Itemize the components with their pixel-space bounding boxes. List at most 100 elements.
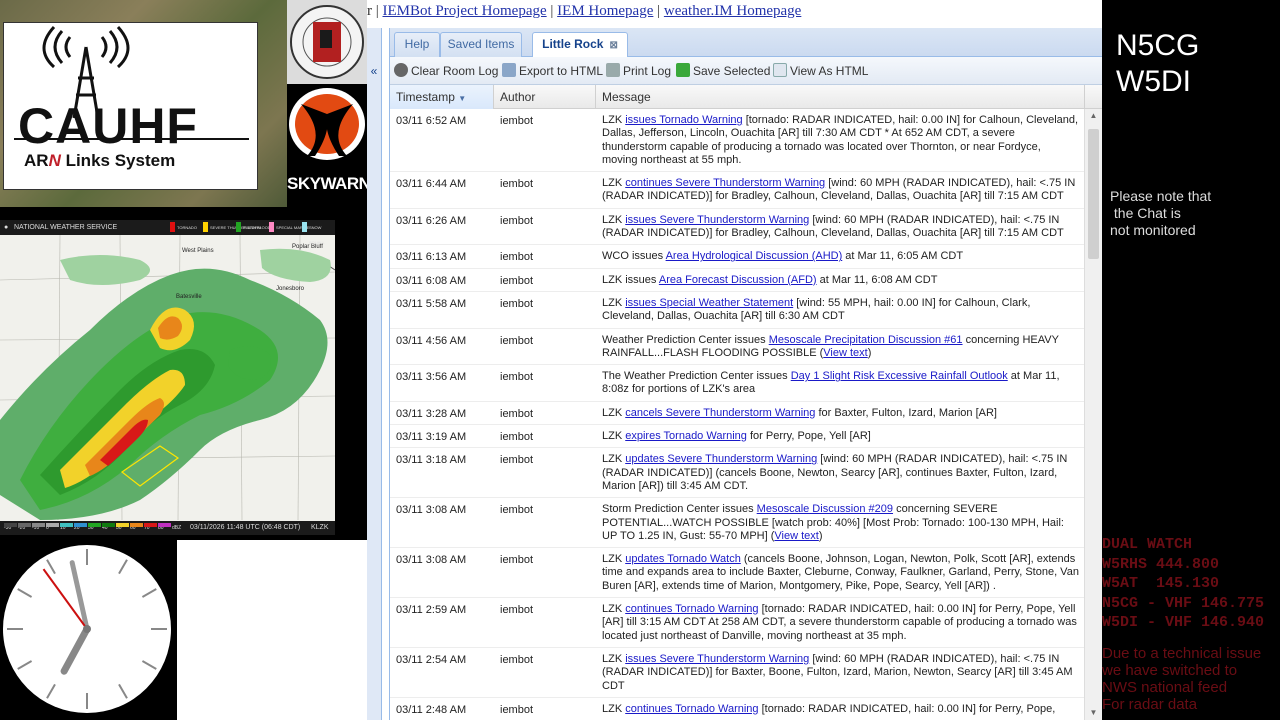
table-row[interactable]: 03/11 3:18 AM iembot LZK updates Severe Th…	[390, 448, 1085, 499]
legend-label: FLASH FLOOD	[243, 225, 271, 230]
row-author: iembot	[500, 653, 534, 666]
legend-swatch	[170, 222, 175, 232]
scale-color	[158, 523, 171, 527]
message-text: at Mar 11, 6:05 AM CDT	[842, 250, 964, 263]
blank-area	[177, 540, 382, 720]
iembot-homepage-link[interactable]: IEMBot Project Homepage	[383, 3, 547, 19]
iem-homepage-link[interactable]: IEM Homepage	[557, 3, 653, 19]
dual-watch-frequencies: DUAL WATCH W5RHS 444.800 W5AT 145.130 N5…	[1102, 536, 1265, 631]
print-log-button[interactable]: Print Log	[606, 62, 671, 80]
column-timestamp[interactable]: Timestamp ▼	[390, 85, 494, 109]
message-link[interactable]: issues Severe Thunderstorm Warning	[625, 214, 809, 226]
row-message: Storm Prediction Center issues Mesoscale…	[602, 498, 1085, 547]
row-timestamp: 03/11 3:56 AM	[396, 371, 467, 384]
document-icon	[773, 63, 787, 77]
message-prefix: LZK	[602, 430, 626, 443]
message-suffix: )	[867, 346, 872, 359]
table-row[interactable]: 03/11 3:08 AM iembot Storm Prediction Cent…	[390, 498, 1085, 549]
message-prefix: LZK issues	[602, 273, 659, 286]
table-row[interactable]: 03/11 2:48 AM iembot LZK continues Tornado…	[390, 698, 1085, 720]
message-prefix: LZK	[602, 453, 626, 466]
row-author: iembot	[500, 407, 534, 420]
column-author[interactable]: Author	[494, 85, 596, 109]
logo-area: CAUHF ARN Links System	[0, 0, 287, 207]
message-link[interactable]: Area Forecast Discussion (AFD)	[659, 274, 817, 286]
tab-help[interactable]: Help	[394, 32, 440, 57]
top-links: r | IEMBot Project Homepage | IEM Homepa…	[367, 0, 1102, 26]
message-link[interactable]: Mesoscale Precipitation Discussion #61	[769, 334, 963, 346]
scale-color	[18, 523, 31, 527]
table-row[interactable]: 03/11 6:08 AM iembot LZK issues Area Forec…	[390, 269, 1085, 292]
collapse-left-icon[interactable]: «	[367, 64, 381, 80]
scroll-down-icon[interactable]: ▼	[1085, 706, 1102, 720]
table-row[interactable]: 03/11 3:56 AM iembot The Weather Predictio…	[390, 365, 1085, 402]
message-link[interactable]: Area Hydrological Discussion (AHD)	[666, 250, 843, 262]
radar-timestamp: 03/11/2026 11:48 UTC (06:48 CDT)	[190, 524, 301, 531]
message-link[interactable]: issues Severe Thunderstorm Warning	[625, 653, 809, 665]
tab-saved-items[interactable]: Saved Items	[440, 32, 522, 57]
table-row[interactable]: 03/11 3:08 AM iembot LZK updates Tornado W…	[390, 548, 1085, 599]
collapse-strip[interactable]: «	[367, 28, 382, 720]
message-link[interactable]: updates Severe Thunderstorm Warning	[625, 453, 817, 465]
stream-screen: CAUHF ARN Links System SKYWARN West Plai…	[0, 0, 1280, 720]
column-author-label: Author	[500, 90, 536, 104]
message-link[interactable]: continues Tornado Warning	[625, 703, 758, 715]
scroll-up-icon[interactable]: ▲	[1085, 109, 1102, 123]
close-tab-icon[interactable]: ⊠	[609, 35, 617, 57]
message-prefix: Storm Prediction Center issues	[602, 503, 757, 516]
skywarn-icon	[289, 88, 365, 160]
message-link[interactable]: expires Tornado Warning	[625, 430, 747, 442]
message-link[interactable]: continues Severe Thunderstorm Warning	[625, 177, 825, 189]
scale-tick: dBZ	[172, 525, 182, 531]
row-message: LZK cancels Severe Thunderstorm Warning …	[602, 402, 1085, 424]
table-row[interactable]: 03/11 4:56 AM iembot Weather Prediction Ce…	[390, 329, 1085, 366]
row-message: LZK issues Tornado Warning [tornado: RAD…	[602, 109, 1085, 171]
scale-color	[88, 523, 101, 527]
skywarn-logo: SKYWARN	[287, 84, 371, 196]
row-author: iembot	[500, 297, 534, 310]
town-batesville: Batesville	[176, 294, 202, 300]
message-link[interactable]: issues Special Weather Statement	[625, 297, 793, 309]
row-message: LZK issues Severe Thunderstorm Warning […	[602, 209, 1085, 245]
table-row[interactable]: 03/11 6:13 AM iembot WCO issues Area Hydro…	[390, 245, 1085, 269]
message-prefix: LZK	[602, 213, 626, 226]
column-message[interactable]: Message	[596, 85, 1085, 109]
table-row[interactable]: 03/11 6:44 AM iembot LZK continues Severe …	[390, 172, 1085, 209]
table-row[interactable]: 03/11 5:58 AM iembot LZK issues Special We…	[390, 292, 1085, 329]
row-timestamp: 03/11 6:52 AM	[396, 115, 467, 127]
view-text-link[interactable]: View text	[774, 530, 818, 542]
export-html-button[interactable]: Export to HTML	[502, 62, 603, 80]
message-link[interactable]: updates Tornado Watch	[625, 553, 741, 565]
tab-little-rock-label: Little Rock	[542, 37, 604, 51]
table-row[interactable]: 03/11 6:26 AM iembot LZK issues Severe Thu…	[390, 209, 1085, 246]
clear-room-log-button[interactable]: Clear Room Log	[394, 62, 498, 80]
vertical-scrollbar[interactable]: ▲ ▼	[1084, 109, 1102, 720]
row-message: LZK issues Area Forecast Discussion (AFD…	[602, 269, 1085, 291]
message-link[interactable]: continues Tornado Warning	[625, 603, 758, 615]
weather-im-homepage-link[interactable]: weather.IM Homepage	[664, 3, 801, 19]
legend-swatch	[203, 222, 208, 232]
chat-toolbar: Clear Room Log Export to HTML Print Log …	[390, 57, 1103, 85]
table-row[interactable]: 03/11 2:54 AM iembot LZK issues Severe Thu…	[390, 648, 1085, 698]
town-jonesboro: Jonesboro	[276, 286, 305, 292]
view-as-html-button[interactable]: View As HTML	[773, 62, 868, 80]
links-prefix: r |	[367, 3, 379, 19]
message-suffix: )	[818, 529, 823, 542]
add-icon	[676, 63, 690, 77]
tab-little-rock[interactable]: Little Rock ⊠	[532, 32, 628, 58]
table-row[interactable]: 03/11 3:19 AM iembot LZK expires Tornado W…	[390, 425, 1085, 449]
row-author: iembot	[500, 554, 534, 567]
table-row[interactable]: 03/11 6:52 AM iembot LZK issues Tornado Wa…	[390, 109, 1085, 173]
scroll-thumb[interactable]	[1088, 129, 1099, 259]
message-link[interactable]: Day 1 Slight Risk Excessive Rainfall Out…	[791, 370, 1008, 382]
save-selected-button[interactable]: Save Selected	[676, 62, 770, 80]
arn-suffix: Links System	[65, 151, 176, 170]
table-row[interactable]: 03/11 3:28 AM iembot LZK cancels Severe Th…	[390, 402, 1085, 426]
tab-bar: Help Saved Items Little Rock ⊠	[390, 28, 1103, 58]
table-row[interactable]: 03/11 2:59 AM iembot LZK continues Tornado…	[390, 598, 1085, 648]
message-link[interactable]: cancels Severe Thunderstorm Warning	[625, 407, 815, 419]
message-link[interactable]: issues Tornado Warning	[625, 114, 742, 126]
view-text-link[interactable]: View text	[823, 347, 867, 359]
message-link[interactable]: Mesoscale Discussion #209	[757, 503, 893, 515]
row-message: LZK issues Special Weather Statement [wi…	[602, 292, 1085, 328]
